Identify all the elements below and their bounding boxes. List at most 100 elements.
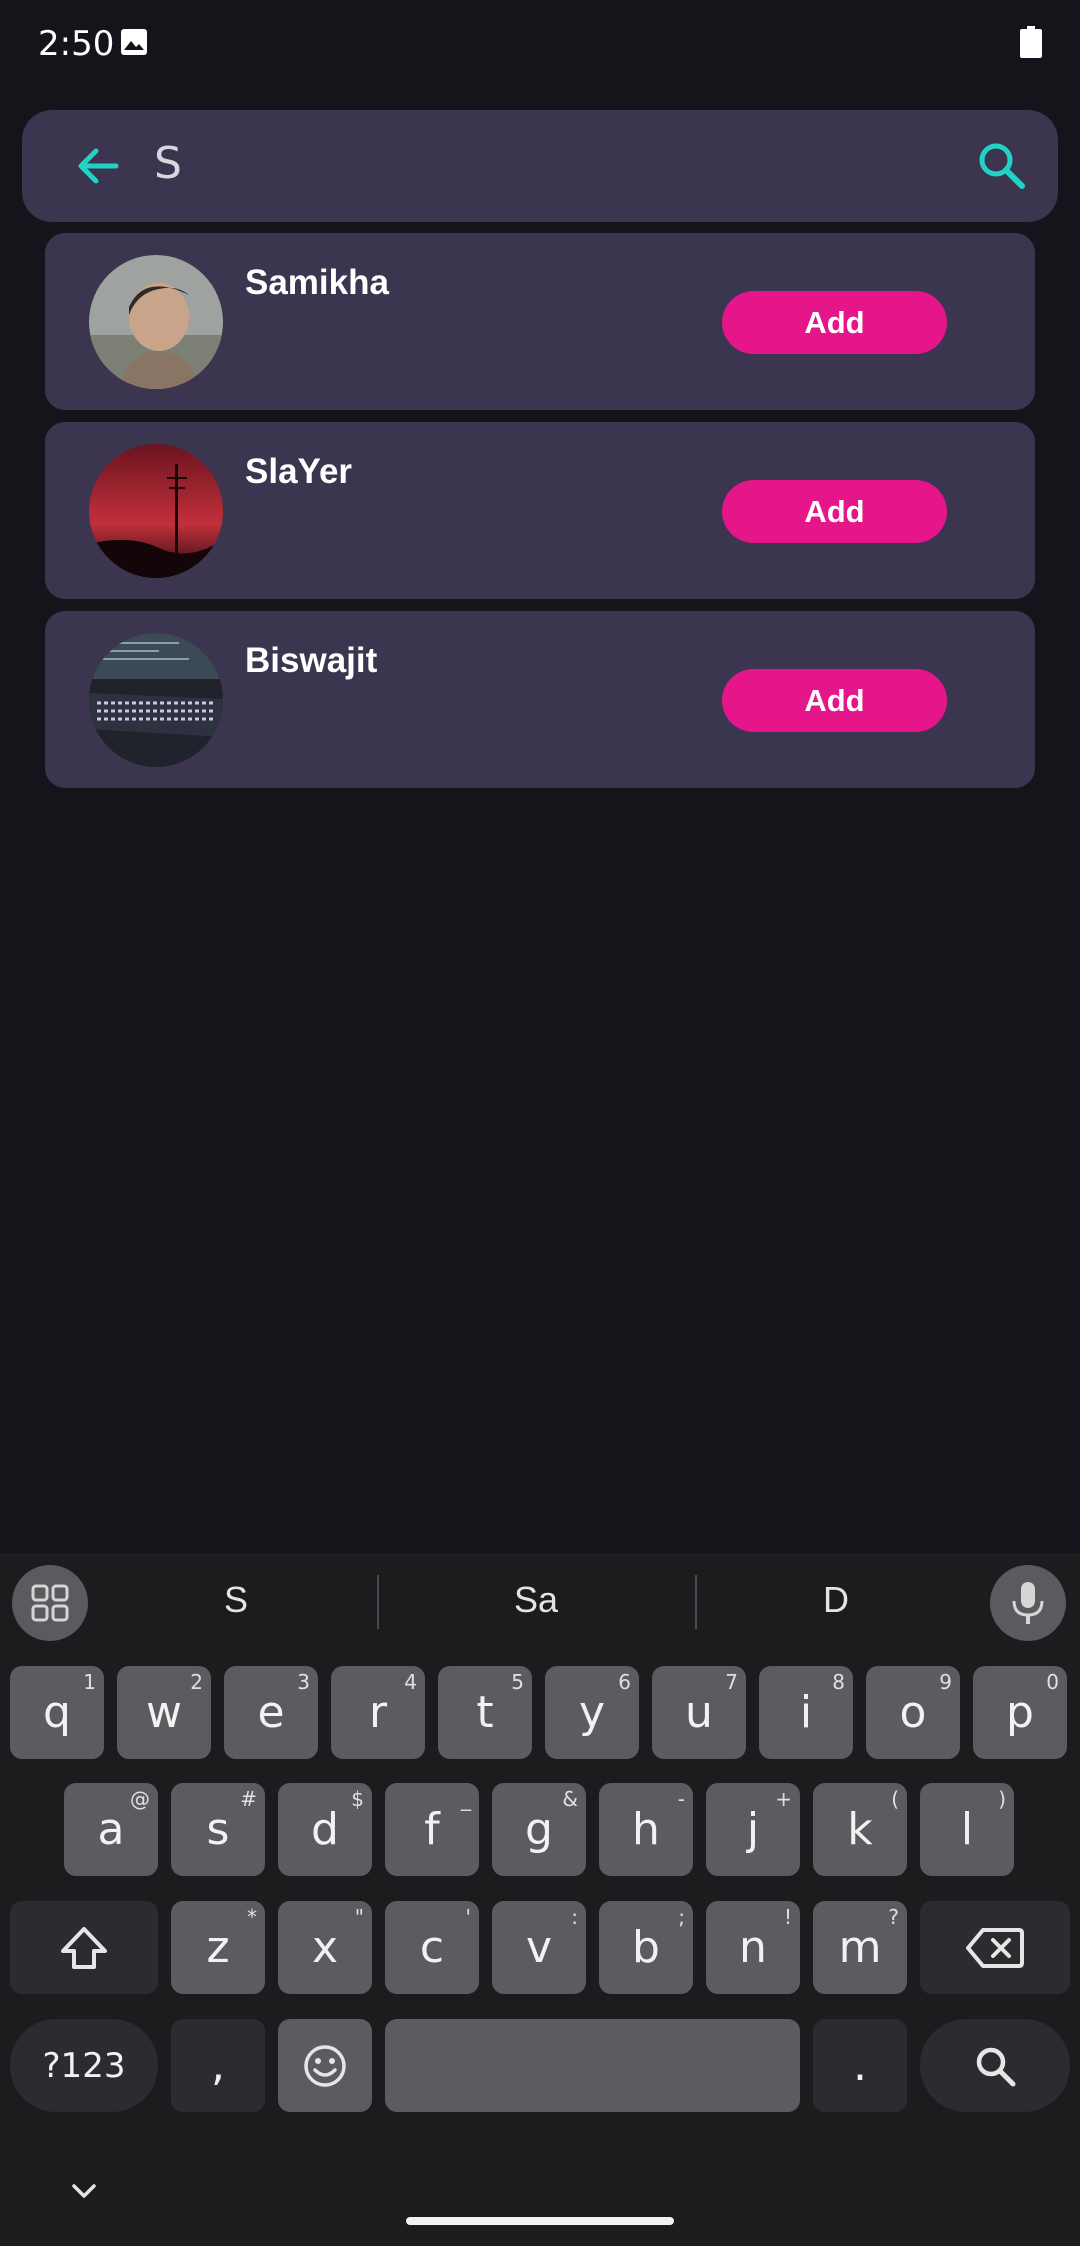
soft-keyboard: S Sa D q1 w2 e3 r4 t5 y6 u7 i8 o9 p0 a @ … xyxy=(0,1553,1080,2246)
key-v[interactable]: v: xyxy=(492,1901,586,1994)
key-label: v xyxy=(525,1922,553,1973)
key-d[interactable]: d $ xyxy=(278,1783,372,1876)
key-hint: ) xyxy=(998,1787,1006,1811)
key-hint: 9 xyxy=(939,1670,952,1694)
home-indicator[interactable] xyxy=(406,2217,674,2225)
key-u[interactable]: u7 xyxy=(652,1666,746,1759)
key-h[interactable]: h- xyxy=(599,1783,693,1876)
key-hint: " xyxy=(354,1905,364,1929)
key-label: y xyxy=(578,1687,606,1738)
key-label: a xyxy=(97,1804,125,1855)
battery-icon xyxy=(1020,26,1042,58)
key-l[interactable]: l) xyxy=(920,1783,1014,1876)
key-z[interactable]: z * xyxy=(171,1901,265,1994)
key-label: b xyxy=(632,1922,660,1973)
key-hint: 8 xyxy=(832,1670,845,1694)
key-label: s xyxy=(206,1804,230,1855)
space-key[interactable] xyxy=(385,2019,800,2112)
suggestion-3[interactable]: D xyxy=(736,1579,936,1621)
key-o[interactable]: o9 xyxy=(866,1666,960,1759)
key-label: ?123 xyxy=(42,2045,126,2086)
image-notification-icon xyxy=(121,29,147,55)
emoji-icon xyxy=(304,2044,346,2087)
chevron-down-icon[interactable] xyxy=(68,2180,100,2202)
key-label: p xyxy=(1006,1687,1034,1738)
key-w[interactable]: w2 xyxy=(117,1666,211,1759)
key-label: f xyxy=(424,1804,440,1855)
key-label: w xyxy=(146,1687,182,1738)
key-label: , xyxy=(211,2040,225,2091)
key-b[interactable]: b; xyxy=(599,1901,693,1994)
period-key[interactable]: . xyxy=(813,2019,907,2112)
key-hint: + xyxy=(775,1787,792,1811)
user-name: Biswajit xyxy=(245,641,378,680)
key-x[interactable]: x " xyxy=(278,1901,372,1994)
key-hint: - xyxy=(677,1787,685,1811)
suggestion-2[interactable]: Sa xyxy=(436,1579,636,1621)
backspace-key[interactable] xyxy=(920,1901,1070,1994)
voice-input-button[interactable] xyxy=(990,1565,1066,1641)
key-p[interactable]: p0 xyxy=(973,1666,1067,1759)
key-y[interactable]: y6 xyxy=(545,1666,639,1759)
key-hint: $ xyxy=(351,1787,364,1811)
key-r[interactable]: r4 xyxy=(331,1666,425,1759)
search-icon[interactable] xyxy=(972,136,1032,196)
key-hint: 4 xyxy=(404,1670,417,1694)
search-results-list: Samikha Add SlaYer Add Biswajit Add xyxy=(45,233,1035,800)
shift-key[interactable] xyxy=(10,1901,158,1994)
key-label: q xyxy=(43,1687,71,1738)
keyboard-apps-button[interactable] xyxy=(12,1565,88,1641)
key-k[interactable]: k( xyxy=(813,1783,907,1876)
suggestion-1[interactable]: S xyxy=(136,1579,336,1621)
key-n[interactable]: n! xyxy=(706,1901,800,1994)
key-hint: @ xyxy=(130,1787,150,1811)
back-arrow-icon[interactable] xyxy=(72,140,124,192)
key-hint: & xyxy=(562,1787,578,1811)
key-label: h xyxy=(632,1804,660,1855)
user-card: SlaYer Add xyxy=(45,422,1035,599)
shift-icon xyxy=(61,1926,107,1969)
emoji-key[interactable] xyxy=(278,2019,372,2112)
key-label: u xyxy=(685,1687,713,1738)
add-button[interactable]: Add xyxy=(722,291,947,354)
key-label: . xyxy=(853,2040,867,2091)
key-q[interactable]: q1 xyxy=(10,1666,104,1759)
comma-key[interactable]: , xyxy=(171,2019,265,2112)
key-hint: 5 xyxy=(511,1670,524,1694)
grid-icon xyxy=(31,1584,69,1622)
key-c[interactable]: c ' xyxy=(385,1901,479,1994)
search-input[interactable]: S xyxy=(154,138,182,189)
symbols-key[interactable]: ?123 xyxy=(10,2019,158,2112)
user-card: Biswajit Add xyxy=(45,611,1035,788)
suggestion-bar: S Sa D xyxy=(0,1553,1080,1649)
key-label: n xyxy=(739,1922,767,1973)
key-label: l xyxy=(960,1804,974,1855)
key-t[interactable]: t5 xyxy=(438,1666,532,1759)
key-label: r xyxy=(368,1687,388,1738)
key-s[interactable]: s # xyxy=(171,1783,265,1876)
search-icon xyxy=(976,2047,1016,2086)
key-label: k xyxy=(847,1804,873,1855)
key-label: j xyxy=(746,1804,760,1855)
key-label: d xyxy=(311,1804,339,1855)
search-key[interactable] xyxy=(920,2019,1070,2112)
key-hint: ' xyxy=(465,1905,472,1929)
key-e[interactable]: e3 xyxy=(224,1666,318,1759)
key-j[interactable]: j + xyxy=(706,1783,800,1876)
add-button[interactable]: Add xyxy=(722,480,947,543)
search-bar: S xyxy=(22,110,1058,222)
key-hint: ; xyxy=(678,1905,685,1929)
key-m[interactable]: m? xyxy=(813,1901,907,1994)
suggestion-divider xyxy=(695,1575,697,1629)
user-name: SlaYer xyxy=(245,452,353,491)
key-label: m xyxy=(838,1922,882,1973)
add-button[interactable]: Add xyxy=(722,669,947,732)
key-f[interactable]: f _ xyxy=(385,1783,479,1876)
key-g[interactable]: g & xyxy=(492,1783,586,1876)
key-hint: 6 xyxy=(618,1670,631,1694)
key-hint: 7 xyxy=(725,1670,738,1694)
key-hint: : xyxy=(571,1905,578,1929)
key-a[interactable]: a @ xyxy=(64,1783,158,1876)
key-label: z xyxy=(206,1922,230,1973)
key-i[interactable]: i8 xyxy=(759,1666,853,1759)
